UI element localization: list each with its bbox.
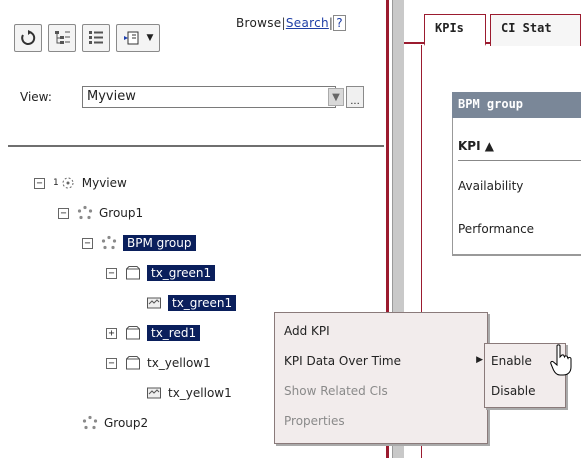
tab-ci-status-label: CI Stat (501, 21, 552, 35)
view-icon: 1 (53, 178, 59, 188)
transaction-icon (126, 326, 140, 340)
chevron-down-icon: ▼ (332, 91, 340, 103)
kpi-row-performance[interactable]: Performance (458, 222, 534, 236)
tree-node-tx-yellow1-monitor[interactable]: tx_yellow1 (146, 382, 232, 404)
tree-node-label: tx_red1 (147, 325, 201, 341)
collapse-toggle[interactable]: − (106, 267, 117, 279)
tree-node-label: tx_yellow1 (147, 356, 211, 370)
group-icon (77, 205, 93, 220)
menu-item-show-related-cis: Show Related CIs (284, 384, 388, 398)
menu-item-kpi-data-over-time[interactable]: KPI Data Over Time ▶ (275, 347, 489, 377)
view-select-value: Myview (87, 89, 136, 104)
view-select[interactable]: Myview (82, 86, 336, 108)
collapse-toggle[interactable]: − (106, 357, 117, 369)
transaction-icon (126, 356, 140, 370)
tree-view-icon (55, 31, 70, 44)
tree-node-label: Myview (81, 176, 127, 190)
refresh-button[interactable] (14, 24, 42, 52)
tree-node-myview[interactable]: − 1 Myview (34, 172, 127, 194)
tab-ci-status[interactable]: CI Stat (490, 14, 581, 46)
tree-node-label: tx_green1 (147, 265, 216, 281)
expand-toggle[interactable]: + (106, 327, 117, 339)
search-link[interactable]: Search (286, 16, 329, 30)
help-link[interactable]: ? (333, 15, 346, 31)
collapse-toggle[interactable]: − (82, 237, 93, 249)
tree-node-label: tx_yellow1 (168, 386, 232, 400)
tree-node-tx-green1[interactable]: − tx_green1 (106, 262, 216, 284)
submenu-arrow-icon: ▶ (476, 355, 483, 365)
new-menu-button[interactable]: ▼ (116, 24, 160, 52)
view-label: View: (20, 90, 52, 104)
tree-view-button[interactable] (48, 24, 76, 52)
tree-node-tx-yellow1[interactable]: − tx_yellow1 (106, 352, 211, 374)
monitor-icon (147, 297, 161, 309)
tree-node-label: Group2 (104, 416, 149, 430)
kpi-row-availability[interactable]: Availability (458, 179, 523, 193)
collapse-toggle[interactable]: − (58, 207, 69, 219)
tree-node-bpm-group[interactable]: − BPM group (82, 232, 196, 254)
refresh-icon (21, 30, 36, 45)
kpi-column-header[interactable]: KPI ▲ (458, 139, 494, 153)
list-view-icon (89, 31, 103, 44)
browse-link[interactable]: Browse (236, 16, 282, 30)
group-icon (101, 235, 117, 250)
menu-item-label: KPI Data Over Time (284, 354, 401, 368)
tree-node-label: tx_green1 (168, 295, 237, 311)
monitor-icon (147, 387, 161, 399)
browse-search-links: Browse|Search|? (236, 15, 346, 31)
view-root-icon (62, 177, 74, 189)
tree-node-group2[interactable]: Group2 (82, 412, 148, 434)
tree-node-group1[interactable]: − Group1 (58, 202, 143, 224)
menu-item-properties: Properties (284, 414, 345, 428)
tab-kpis[interactable]: KPIs (424, 14, 486, 46)
divider (8, 145, 384, 147)
collapse-toggle[interactable]: − (34, 177, 45, 189)
tree-node-label: BPM group (123, 235, 196, 251)
divider (458, 160, 581, 161)
view-more-button[interactable]: ... (346, 86, 364, 108)
menu-item-add-kpi[interactable]: Add KPI (275, 317, 489, 347)
tab-kpis-label: KPIs (435, 21, 464, 35)
list-view-button[interactable] (82, 24, 110, 52)
view-select-arrow[interactable]: ▼ (328, 88, 344, 106)
context-menu: Add KPI KPI Data Over Time ▶ Show Relate… (274, 312, 488, 444)
transaction-icon (126, 266, 140, 280)
tree-node-tx-green1-monitor[interactable]: tx_green1 (146, 292, 237, 314)
chevron-down-icon: ▼ (146, 33, 154, 43)
submenu-item-disable[interactable]: Disable (485, 377, 567, 407)
group-icon (82, 415, 98, 430)
panel-header: BPM group (452, 92, 581, 118)
new-item-icon (123, 31, 139, 45)
hand-cursor-icon (550, 344, 572, 376)
tree-node-tx-red1[interactable]: + tx_red1 (106, 322, 201, 344)
tree-node-label: Group1 (99, 206, 144, 220)
